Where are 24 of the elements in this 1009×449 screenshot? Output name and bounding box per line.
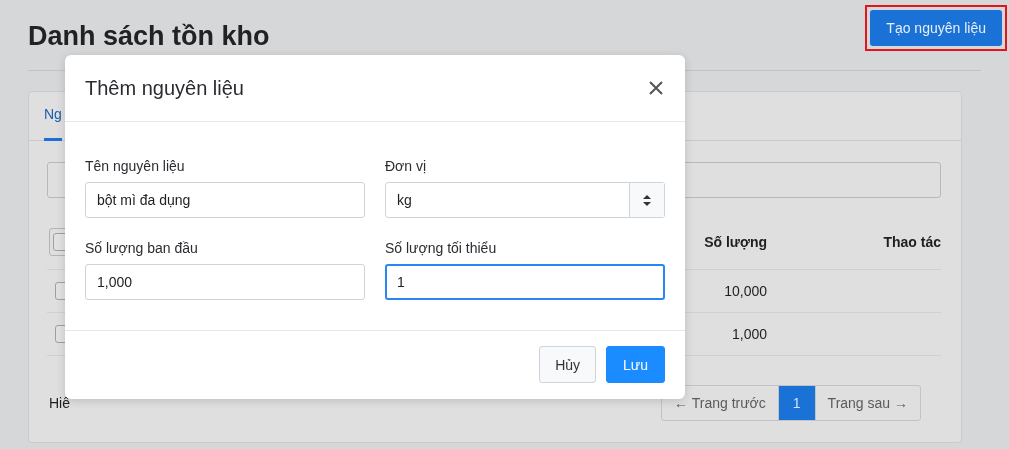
- unit-select[interactable]: kg: [385, 182, 665, 218]
- input-field[interactable]: 1: [385, 264, 665, 300]
- save-button[interactable]: Lưu: [606, 346, 665, 383]
- close-icon[interactable]: [649, 81, 663, 95]
- sort-caret-icon: [643, 194, 651, 206]
- page-title: Danh sách tồn kho: [28, 20, 270, 52]
- page-button[interactable]: 1: [777, 386, 815, 420]
- column-header: Số lượng: [703, 233, 767, 250]
- table-cell-text: 10,000: [723, 283, 767, 299]
- create-button[interactable]: Tạo nguyên liệu: [870, 10, 1002, 46]
- input-field[interactable]: bột mì đa dụng: [85, 182, 365, 218]
- field-label: Số lượng ban đầu: [85, 240, 199, 256]
- dialog-title: Thêm nguyên liệu: [85, 76, 244, 100]
- field-label: Tên nguyên liệu: [85, 158, 186, 174]
- table-cell-text: 1,000: [730, 326, 767, 342]
- page-button[interactable]: ← Trang trước: [662, 386, 778, 420]
- page-button[interactable]: Trang sau →: [814, 386, 920, 420]
- cancel-button[interactable]: Hủy: [539, 346, 597, 383]
- column-header: Thao tác: [882, 233, 941, 250]
- input-field[interactable]: 1,000: [85, 264, 365, 300]
- footer-text: Hiể: [49, 395, 70, 411]
- field-label: Số lượng tối thiểu: [385, 240, 498, 256]
- field-label: Đơn vị: [385, 158, 428, 174]
- tab[interactable]: Ng: [44, 92, 62, 141]
